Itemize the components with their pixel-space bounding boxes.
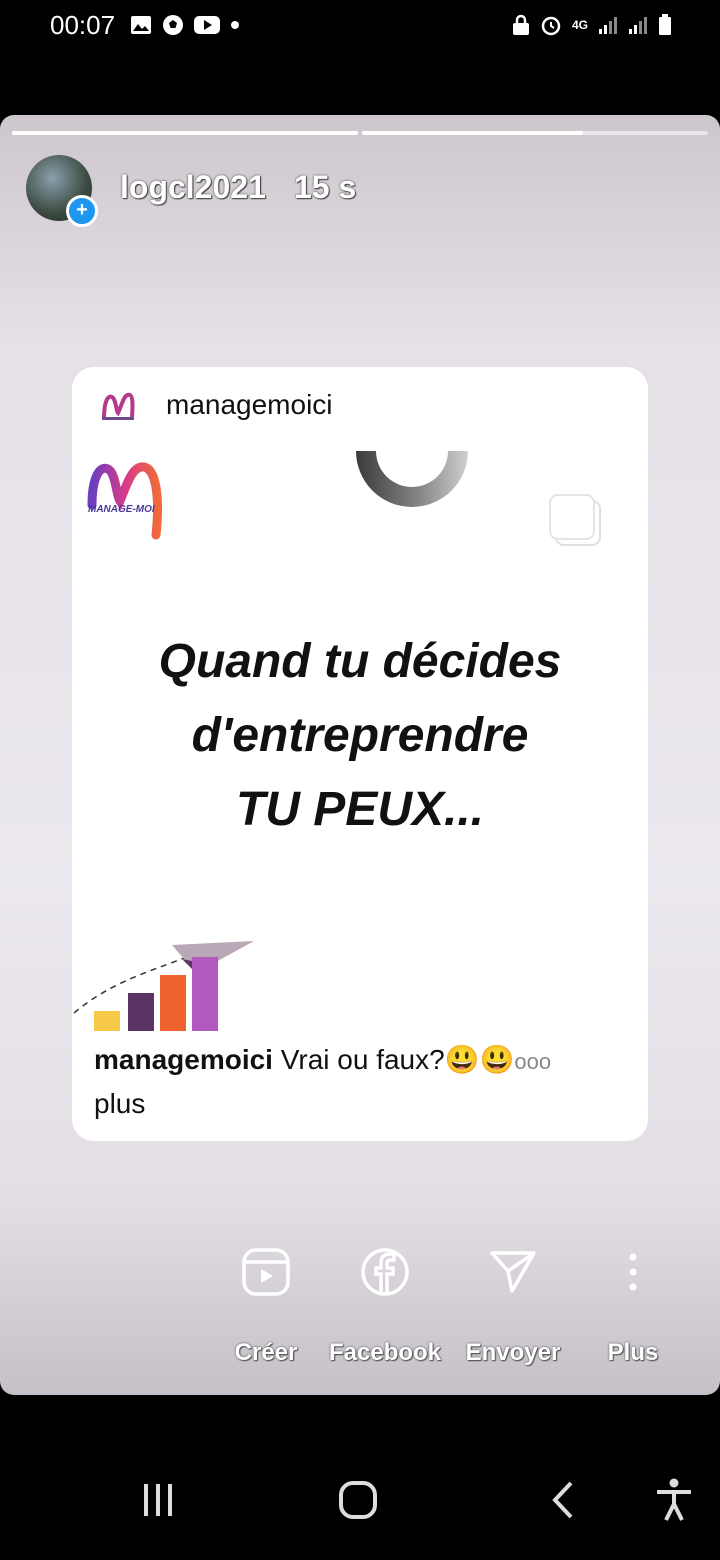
soccer-ball-icon [163, 15, 183, 35]
story-time: 15 s [294, 169, 357, 205]
back-button[interactable] [534, 1470, 590, 1530]
add-story-icon[interactable]: + [66, 195, 98, 227]
more-button[interactable]: Plus [563, 1243, 703, 1367]
caption-more-link[interactable]: plus [94, 1088, 145, 1119]
headline-line: TU PEUX... [235, 783, 485, 836]
headline-line: d'entreprendre [191, 709, 529, 762]
home-button[interactable] [330, 1470, 386, 1530]
gallery-icon [131, 16, 151, 34]
action-label: Envoyer [465, 1339, 561, 1366]
action-label: Facebook [328, 1339, 442, 1366]
post-headline: Quand tu décides d'entreprendre TU PEUX.… [72, 625, 648, 847]
manage-moi-logo: MANAGE-MOI [86, 457, 172, 547]
accessibility-button[interactable] [646, 1470, 702, 1530]
story-username[interactable]: logcl2021 [120, 169, 266, 206]
home-icon [339, 1481, 377, 1519]
caption-username[interactable]: managemoici [94, 1044, 273, 1075]
send-icon [490, 1251, 536, 1293]
back-icon [552, 1481, 573, 1519]
navigation-bar [0, 1440, 720, 1560]
story-viewer[interactable]: + logcl2021 15 s managemoici MANAGE-MOI … [0, 115, 720, 1395]
battery-icon [659, 14, 671, 35]
brand-text: MANAGE-MOI [88, 504, 155, 515]
facebook-button[interactable]: Facebook [315, 1243, 455, 1367]
recent-apps-icon [144, 1484, 172, 1516]
lock-icon [512, 14, 529, 35]
headline-line: Quand tu décides [158, 635, 562, 688]
reels-icon [242, 1248, 290, 1296]
recent-apps-button[interactable] [130, 1470, 186, 1530]
action-label: Plus [607, 1339, 659, 1366]
youtube-icon [194, 16, 220, 34]
chart-bar [94, 1011, 120, 1031]
shared-post-card[interactable]: managemoici MANAGE-MOI Quand tu décides … [72, 367, 648, 1141]
status-time: 00:07 [50, 10, 116, 40]
post-caption: managemoici Vrai ou faux?😃😃ooo plus [94, 1039, 614, 1125]
caption-text: Vrai ou faux?😃😃 [272, 1044, 515, 1075]
facebook-icon [361, 1248, 409, 1296]
status-bar: 00:07 4G [0, 0, 720, 60]
chart-bar [128, 993, 154, 1031]
story-progress-2 [362, 131, 708, 135]
notification-icons [130, 14, 240, 36]
chart-bar [160, 975, 186, 1031]
signal-icon [629, 17, 647, 34]
accessibility-icon [657, 1478, 691, 1521]
growth-chart-illustration [73, 941, 254, 1031]
carousel-icon [549, 494, 601, 546]
caption-more-dots[interactable]: ooo [514, 1049, 551, 1074]
signal-icon [599, 17, 617, 34]
alarm-icon [541, 16, 561, 36]
post-avatar[interactable] [98, 387, 138, 427]
story-progress-1 [12, 131, 358, 135]
chart-bar [192, 957, 218, 1031]
dot-icon [231, 21, 239, 29]
system-icons: 4G [512, 14, 672, 36]
more-vertical-icon [629, 1253, 637, 1291]
4g-icon: 4G [571, 18, 588, 32]
post-username[interactable]: managemoici [166, 389, 333, 421]
send-button[interactable]: Envoyer [443, 1243, 583, 1367]
